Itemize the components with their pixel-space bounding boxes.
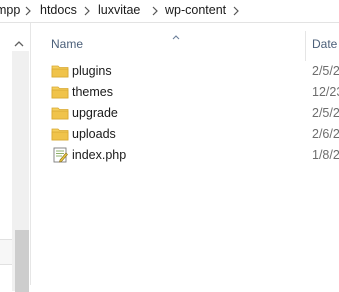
list-item[interactable]: uploads 2/6/2 [48, 124, 339, 145]
column-divider[interactable] [305, 31, 306, 61]
list-item[interactable]: upgrade 2/5/2 [48, 103, 339, 124]
file-name: uploads [72, 127, 116, 141]
folder-icon [51, 105, 69, 121]
sort-ascending-icon [172, 29, 180, 43]
column-header: Name Date [31, 23, 339, 61]
list-item[interactable]: plugins 2/5/2 [48, 61, 339, 82]
breadcrumb-item-wp-content[interactable]: wp-content [165, 3, 226, 17]
file-date: 1/8/2 [312, 148, 339, 162]
file-name: plugins [72, 64, 112, 78]
chevron-right-icon[interactable] [231, 4, 241, 18]
breadcrumb-item-xampp[interactable]: mpp [0, 3, 20, 17]
column-header-date[interactable]: Date [312, 37, 337, 51]
file-name: index.php [72, 148, 127, 162]
scrollbar-thumb[interactable] [15, 230, 29, 292]
file-date: 2/6/2 [312, 127, 339, 141]
folder-icon [51, 63, 69, 79]
breadcrumb: mpp htdocs luxvitae wp-content [0, 0, 339, 23]
file-name: themes [72, 85, 113, 99]
chevron-right-icon[interactable] [82, 4, 92, 18]
file-date: 2/5/2 [312, 64, 339, 78]
navigation-pane[interactable] [0, 23, 31, 292]
list-item[interactable]: index.php 1/8/2 [48, 145, 339, 166]
file-name: upgrade [72, 106, 118, 120]
folder-icon [51, 126, 69, 142]
chevron-right-icon[interactable] [23, 4, 33, 18]
folder-icon [51, 84, 69, 100]
scroll-up-icon[interactable] [14, 37, 24, 51]
nav-selected-row[interactable] [0, 239, 12, 265]
column-header-name[interactable]: Name [51, 37, 83, 51]
file-date: 12/23 [312, 85, 339, 99]
breadcrumb-item-luxvitae[interactable]: luxvitae [98, 3, 140, 17]
breadcrumb-item-htdocs[interactable]: htdocs [40, 3, 77, 17]
chevron-right-icon[interactable] [150, 4, 160, 18]
file-date: 2/5/2 [312, 106, 339, 120]
list-item[interactable]: themes 12/23 [48, 82, 339, 103]
php-file-icon [51, 147, 69, 163]
